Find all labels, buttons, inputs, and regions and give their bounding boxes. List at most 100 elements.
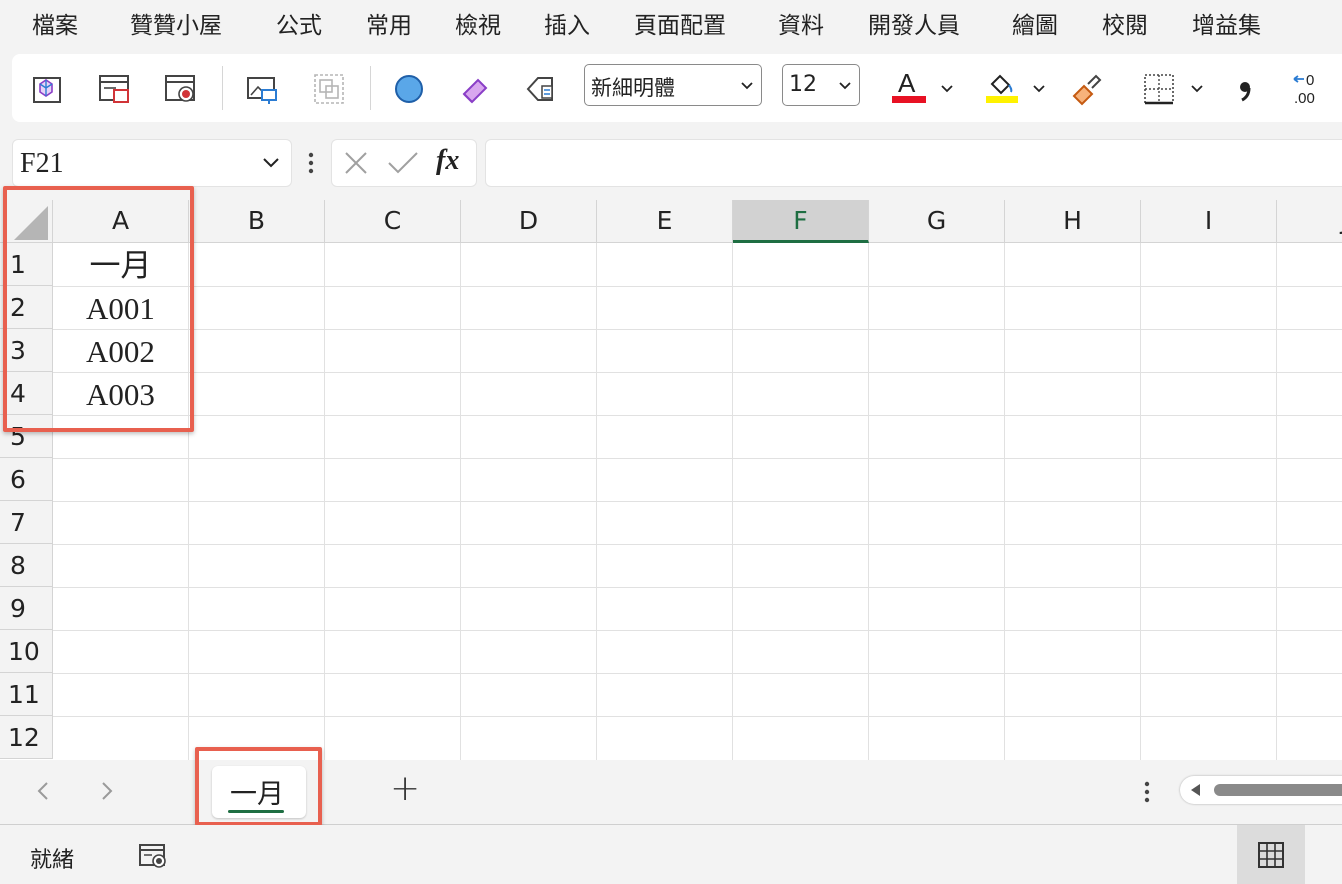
menu-file[interactable]: 檔案: [32, 6, 78, 40]
picture-icon[interactable]: [244, 70, 282, 108]
decrease-decimal-icon[interactable]: 0 .00: [1290, 70, 1334, 108]
chevron-right-icon[interactable]: [98, 780, 116, 802]
column-header-g[interactable]: G: [869, 200, 1005, 243]
worksheet-grid[interactable]: A B C D E F G H I J 1 2 3 4 5 6 7 8 9 10…: [0, 200, 1342, 760]
comma-style-icon[interactable]: [1226, 70, 1264, 108]
chevron-down-icon: [839, 82, 851, 90]
grid-line: [53, 329, 1342, 330]
grid-line: [53, 458, 1342, 459]
record-macro-icon[interactable]: [162, 70, 200, 108]
grid-line: [53, 501, 1342, 502]
formula-input[interactable]: [485, 139, 1342, 187]
3d-model-icon[interactable]: [28, 70, 66, 108]
ribbon-toolbar: 新細明體 12 A 0 .00: [12, 54, 1342, 122]
font-size-value: 12: [789, 72, 817, 97]
row-header-11[interactable]: 11: [0, 673, 53, 716]
normal-view-button[interactable]: [1237, 825, 1305, 884]
ribbon-separator: [222, 66, 223, 110]
chevron-down-icon[interactable]: [1032, 81, 1046, 95]
row-header-2[interactable]: 2: [0, 286, 53, 329]
status-bar: 就緒: [0, 825, 1342, 884]
font-name-select[interactable]: 新細明體: [584, 64, 762, 106]
scrollbar-thumb[interactable]: [1214, 784, 1342, 796]
cancel-icon[interactable]: [342, 149, 370, 177]
menu-view[interactable]: 檢視: [455, 6, 501, 40]
select-all-triangle-icon: [14, 206, 48, 240]
row-header-1[interactable]: 1: [0, 243, 53, 286]
enter-check-icon[interactable]: [386, 149, 420, 177]
scroll-left-icon[interactable]: [1188, 782, 1204, 798]
fill-color-icon[interactable]: [982, 66, 1022, 108]
column-header-i[interactable]: I: [1141, 200, 1277, 243]
row-header-4[interactable]: 4: [0, 372, 53, 415]
more-options-icon[interactable]: [1142, 780, 1152, 804]
horizontal-scrollbar[interactable]: [1180, 776, 1342, 804]
chevron-down-icon[interactable]: [940, 81, 954, 95]
grid-line: [53, 673, 1342, 674]
font-name-value: 新細明體: [591, 76, 675, 100]
column-header-b[interactable]: B: [189, 200, 325, 243]
svg-text:A: A: [898, 68, 916, 98]
font-size-select[interactable]: 12: [782, 64, 860, 106]
column-header-d[interactable]: D: [461, 200, 597, 243]
tag-icon[interactable]: [522, 70, 560, 108]
menu-custom-tab[interactable]: 贊贊小屋: [130, 6, 222, 40]
column-header-j[interactable]: J: [1277, 200, 1342, 243]
column-header-f[interactable]: F: [733, 200, 869, 243]
row-header-10[interactable]: 10: [0, 630, 53, 673]
row-header-3[interactable]: 3: [0, 329, 53, 372]
menu-developer[interactable]: 開發人員: [868, 6, 960, 40]
formula-buttons: fx: [331, 139, 477, 187]
name-box[interactable]: F21: [12, 139, 292, 187]
row-header-9[interactable]: 9: [0, 587, 53, 630]
cell-a2[interactable]: A001: [53, 286, 188, 329]
sheet-tab-label: 一月: [230, 779, 284, 810]
grid-line: [53, 286, 1342, 287]
insert-table-icon[interactable]: [96, 70, 134, 108]
macro-recording-icon[interactable]: [138, 842, 170, 870]
menu-home[interactable]: 常用: [366, 6, 412, 40]
row-header-5[interactable]: 5: [0, 415, 53, 458]
column-header-e[interactable]: E: [597, 200, 733, 243]
grid-line: [53, 544, 1342, 545]
sheet-tab-bar: 一月 +: [0, 760, 1342, 825]
group-icon[interactable]: [310, 70, 348, 108]
chevron-down-icon[interactable]: [1190, 81, 1204, 95]
format-painter-icon[interactable]: [1068, 70, 1106, 108]
grid-line: [53, 716, 1342, 717]
menu-data[interactable]: 資料: [778, 6, 824, 40]
grid-view-icon: [1258, 842, 1284, 868]
menu-insert[interactable]: 插入: [544, 6, 590, 40]
chevron-down-icon: [741, 82, 753, 90]
row-header-7[interactable]: 7: [0, 501, 53, 544]
name-box-value: F21: [20, 148, 64, 179]
cell-a1[interactable]: 一月: [53, 243, 188, 286]
chevron-down-icon[interactable]: [261, 155, 281, 171]
row-header-8[interactable]: 8: [0, 544, 53, 587]
column-header-h[interactable]: H: [1005, 200, 1141, 243]
eraser-icon[interactable]: [456, 70, 494, 108]
column-header-c[interactable]: C: [325, 200, 461, 243]
cell-a4[interactable]: A003: [53, 372, 188, 415]
menu-review[interactable]: 校閱: [1102, 6, 1148, 40]
menu-formulas[interactable]: 公式: [276, 6, 322, 40]
menu-add-ins[interactable]: 增益集: [1192, 6, 1261, 40]
menu-draw[interactable]: 繪圖: [1012, 6, 1058, 40]
select-all-corner[interactable]: [0, 200, 53, 243]
row-header-12[interactable]: 12: [0, 716, 53, 759]
sheet-tab-active[interactable]: 一月: [212, 766, 306, 818]
svg-text:0: 0: [1306, 72, 1314, 89]
menu-page-layout[interactable]: 頁面配置: [634, 6, 726, 40]
more-options-icon[interactable]: [306, 150, 316, 176]
add-sheet-button[interactable]: +: [390, 768, 420, 809]
borders-icon[interactable]: [1140, 70, 1178, 108]
cell-a3[interactable]: A002: [53, 329, 188, 372]
grid-line: [53, 372, 1342, 373]
status-text: 就緒: [30, 848, 75, 873]
column-header-a[interactable]: A: [53, 200, 189, 243]
shape-circle-icon[interactable]: [390, 70, 428, 108]
row-header-6[interactable]: 6: [0, 458, 53, 501]
font-color-icon[interactable]: A: [890, 66, 930, 108]
insert-function-button[interactable]: fx: [436, 145, 459, 177]
chevron-left-icon[interactable]: [34, 780, 52, 802]
